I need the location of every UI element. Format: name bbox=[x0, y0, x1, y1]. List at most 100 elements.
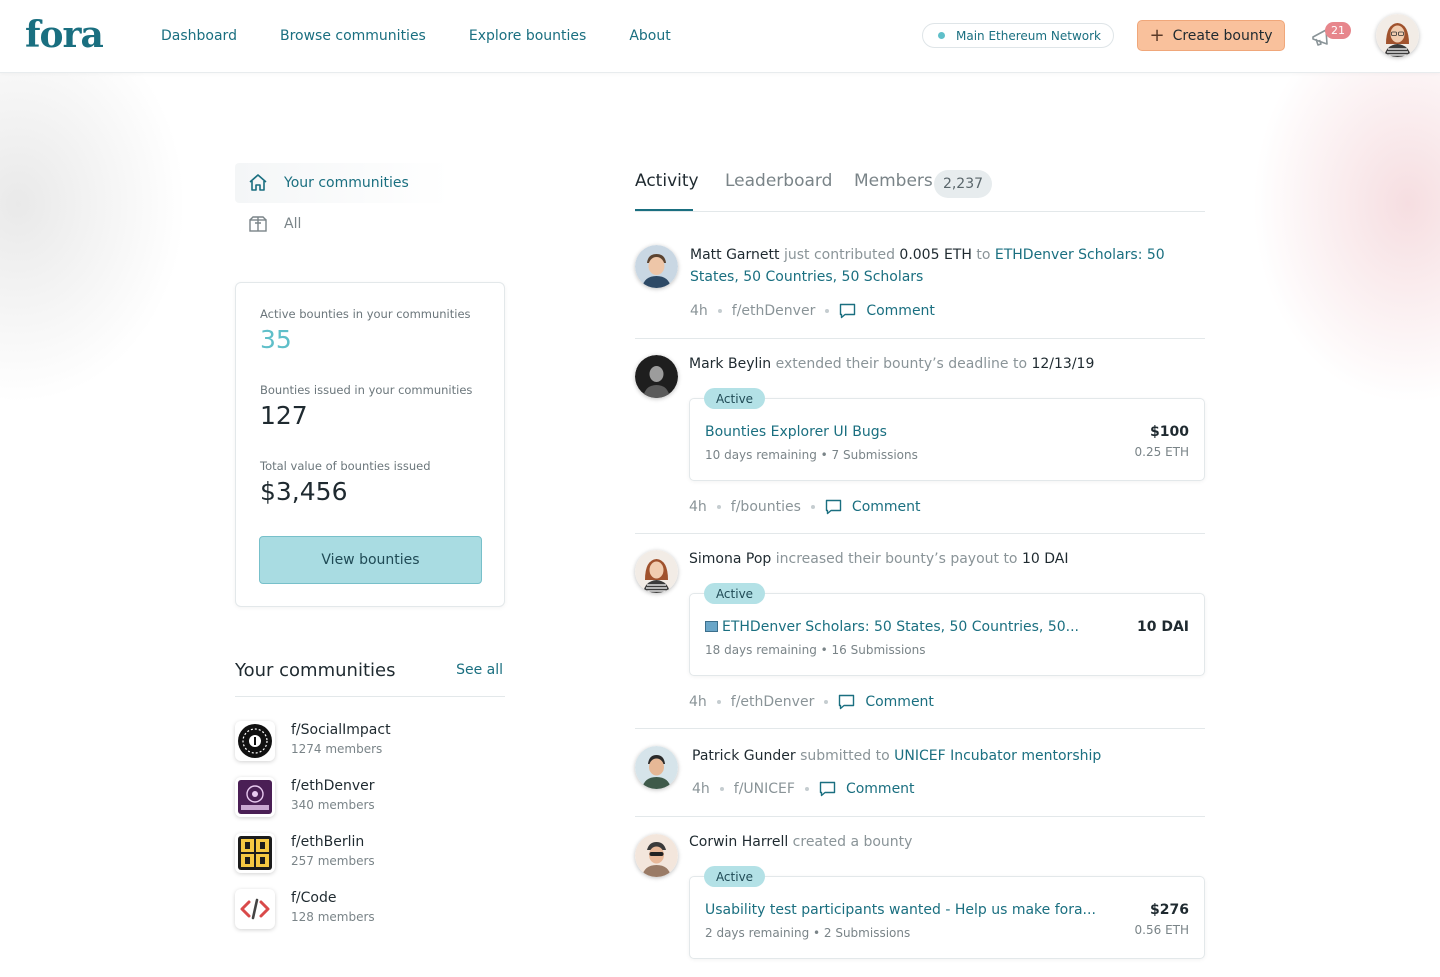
action-text: created a bounty bbox=[788, 834, 913, 850]
top-navigation-bar: fora Dashboard Browse communities Explor… bbox=[0, 0, 1440, 73]
sidebar-item-all[interactable]: All bbox=[235, 204, 450, 244]
tab-activity[interactable]: Activity bbox=[635, 171, 699, 191]
activity-meta: 4h f/ethDenver Comment bbox=[690, 303, 935, 319]
activity-text: Mark Beylin extended their bounty’s dead… bbox=[689, 353, 1205, 375]
bounty-card[interactable]: Active Bounties Explorer UI Bugs 10 days… bbox=[689, 388, 1205, 481]
timestamp: 4h bbox=[690, 303, 708, 319]
separator-dot bbox=[716, 505, 721, 509]
user-name[interactable]: Corwin Harrell bbox=[689, 834, 788, 850]
comment-button[interactable]: Comment bbox=[819, 781, 915, 797]
bounty-title[interactable]: Bounties Explorer UI Bugs bbox=[705, 424, 887, 440]
network-label: Main Ethereum Network bbox=[956, 28, 1102, 43]
user-name[interactable]: Patrick Gunder bbox=[692, 748, 796, 764]
community-link[interactable]: f/ethDenver bbox=[731, 694, 815, 710]
community-link[interactable]: f/bounties bbox=[731, 499, 801, 515]
comment-label: Comment bbox=[866, 303, 935, 319]
members-count-badge: 2,237 bbox=[934, 170, 992, 198]
user-name[interactable]: Matt Garnett bbox=[690, 247, 780, 263]
main-nav: Dashboard Browse communities Explore bou… bbox=[161, 28, 714, 44]
comment-button[interactable]: Comment bbox=[839, 303, 935, 319]
community-name: f/ethBerlin bbox=[291, 834, 365, 850]
network-selector[interactable]: Main Ethereum Network bbox=[922, 23, 1114, 48]
background-splash-right bbox=[1240, 60, 1440, 420]
community-name: f/Code bbox=[291, 890, 337, 906]
community-item[interactable]: f/Code 128 members bbox=[235, 889, 505, 933]
user-avatar[interactable] bbox=[1376, 14, 1419, 57]
comment-label: Comment bbox=[851, 499, 921, 515]
create-bounty-button[interactable]: + Create bounty bbox=[1137, 20, 1285, 51]
create-bounty-label: Create bounty bbox=[1172, 27, 1273, 44]
see-all-link[interactable]: See all bbox=[456, 662, 503, 678]
active-tab-underline bbox=[635, 209, 693, 211]
bounty-eth-amount: 0.56 ETH bbox=[1134, 923, 1189, 937]
fora-logo[interactable]: fora bbox=[25, 14, 104, 56]
comment-button[interactable]: Comment bbox=[838, 694, 934, 710]
community-members: 257 members bbox=[291, 854, 375, 868]
tab-members[interactable]: Members bbox=[854, 171, 933, 191]
view-bounties-button[interactable]: View bounties bbox=[259, 536, 482, 584]
contribution-amount: 0.005 ETH bbox=[899, 247, 972, 263]
avatar[interactable] bbox=[635, 245, 678, 288]
timestamp: 4h bbox=[689, 694, 707, 710]
separator-dot bbox=[810, 505, 815, 509]
notification-count-badge: 21 bbox=[1325, 22, 1351, 39]
activity-feed-item: Patrick Gunder submitted to UNICEF Incub… bbox=[635, 729, 1205, 817]
network-status-dot bbox=[938, 32, 945, 39]
separator-dot bbox=[804, 787, 809, 791]
bounty-link[interactable]: UNICEF Incubator mentorship bbox=[894, 748, 1101, 764]
community-link[interactable]: f/ethDenver bbox=[732, 303, 816, 319]
user-name[interactable]: Simona Pop bbox=[689, 551, 771, 567]
active-bounties-label: Active bounties in your communities bbox=[260, 307, 471, 321]
ethdenver-logo bbox=[235, 777, 275, 817]
bounty-card[interactable]: Active ETHDenver Scholars: 50 States, 50… bbox=[689, 583, 1205, 676]
status-badge: Active bbox=[704, 866, 765, 887]
activity-tabs: Activity Leaderboard Members bbox=[635, 163, 1205, 212]
activity-text: Patrick Gunder submitted to UNICEF Incub… bbox=[692, 745, 1205, 767]
bounty-title[interactable]: ETHDenver Scholars: 50 States, 50 Countr… bbox=[705, 619, 1079, 635]
background-splash-left bbox=[0, 60, 200, 420]
timestamp: 4h bbox=[692, 781, 710, 797]
comment-label: Comment bbox=[845, 781, 915, 797]
bounty-title[interactable]: Usability test participants wanted - Hel… bbox=[705, 902, 1096, 918]
sidebar-item-label: All bbox=[284, 216, 302, 232]
tab-leaderboard[interactable]: Leaderboard bbox=[725, 171, 832, 191]
nav-dashboard[interactable]: Dashboard bbox=[161, 28, 237, 44]
bounty-amount: $276 bbox=[1150, 902, 1189, 918]
nav-explore-bounties[interactable]: Explore bounties bbox=[469, 28, 586, 44]
community-item[interactable]: f/ethBerlin 257 members bbox=[235, 833, 505, 877]
bounty-card[interactable]: Active Usability test participants wante… bbox=[689, 866, 1205, 959]
comment-label: Comment bbox=[865, 694, 934, 710]
bounties-issued-value: 127 bbox=[260, 401, 308, 430]
separator-dot bbox=[824, 700, 829, 704]
community-link[interactable]: f/UNICEF bbox=[734, 781, 795, 797]
bounty-amount: 10 DAI bbox=[1136, 619, 1189, 635]
activity-text: Simona Pop increased their bounty’s payo… bbox=[689, 548, 1205, 570]
deadline-value: 12/13/19 bbox=[1031, 356, 1095, 372]
nav-about[interactable]: About bbox=[629, 28, 670, 44]
comment-icon bbox=[825, 499, 842, 515]
ethberlin-logo bbox=[235, 833, 275, 873]
timestamp: 4h bbox=[689, 499, 707, 515]
community-name: f/SocialImpact bbox=[291, 722, 391, 738]
community-item[interactable]: f/SocialImpact 1274 members bbox=[235, 721, 505, 765]
avatar[interactable] bbox=[635, 355, 678, 398]
action-text: just contributed bbox=[779, 247, 900, 263]
comment-button[interactable]: Comment bbox=[825, 499, 921, 515]
user-name[interactable]: Mark Beylin bbox=[689, 356, 771, 372]
sidebar-item-your-communities[interactable]: Your communities bbox=[235, 163, 450, 203]
bounty-details: 18 days remaining • 16 Submissions bbox=[705, 643, 926, 657]
activity-meta: 4h f/bounties Comment bbox=[689, 499, 921, 515]
avatar[interactable] bbox=[635, 746, 678, 789]
total-value-value: $3,456 bbox=[260, 477, 348, 506]
nav-browse-communities[interactable]: Browse communities bbox=[280, 28, 426, 44]
activity-text: Matt Garnett just contributed 0.005 ETH … bbox=[690, 244, 1205, 288]
avatar[interactable] bbox=[635, 834, 678, 877]
activity-feed-item: Matt Garnett just contributed 0.005 ETH … bbox=[635, 232, 1205, 339]
avatar[interactable] bbox=[635, 550, 678, 593]
community-item[interactable]: f/ethDenver 340 members bbox=[235, 777, 505, 821]
socialimpact-logo bbox=[235, 721, 275, 761]
community-members: 128 members bbox=[291, 910, 375, 924]
code-logo bbox=[235, 889, 275, 929]
comment-icon bbox=[840, 303, 856, 319]
bounty-details: 2 days remaining • 2 Submissions bbox=[705, 926, 911, 940]
